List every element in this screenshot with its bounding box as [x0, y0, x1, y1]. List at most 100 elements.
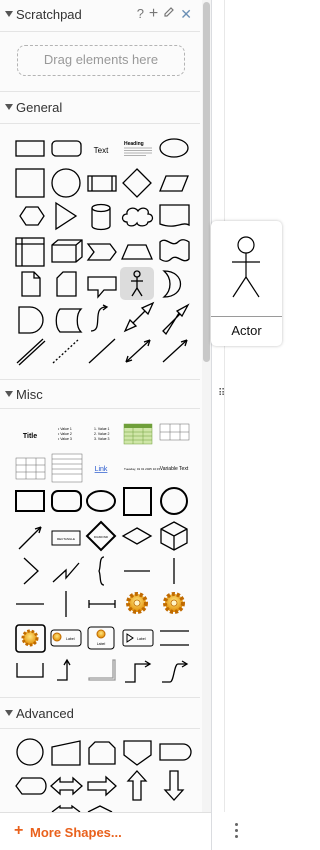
shape-textbox-rect[interactable]: RECTANGLE: [51, 530, 81, 546]
shape-bold-circle[interactable]: [160, 487, 188, 515]
shape-internal-storage[interactable]: [15, 237, 45, 267]
svg-text:Label: Label: [66, 637, 75, 641]
shape-up-arrow[interactable]: [126, 770, 148, 801]
shape-bold-square[interactable]: [123, 487, 152, 516]
more-options-icon[interactable]: [235, 823, 239, 839]
shape-line[interactable]: [88, 338, 116, 364]
shape-trapezoid[interactable]: [121, 244, 153, 260]
shape-double-elbow[interactable]: [88, 659, 116, 681]
shape-rounded-rectangle[interactable]: [51, 140, 82, 157]
shape-bold-rectangle[interactable]: [15, 490, 45, 512]
shape-timestamp[interactable]: Tuesday, 01 01 2025 10:15: [124, 467, 161, 471]
shape-right-arrow[interactable]: [87, 775, 117, 797]
shape-gear-label-vertical[interactable]: Label: [87, 626, 115, 650]
shape-play-label[interactable]: Label: [122, 629, 154, 647]
more-shapes-link[interactable]: More Shapes...: [30, 825, 122, 840]
shape-link[interactable]: Link: [95, 466, 108, 473]
shape-double-line[interactable]: [160, 630, 189, 646]
shape-variable-text[interactable]: Variable Text: [160, 466, 189, 472]
shape-document[interactable]: [159, 204, 190, 227]
splitter-handle[interactable]: ⠿: [218, 388, 225, 399]
shape-triangle[interactable]: [55, 201, 78, 231]
shape-terminator[interactable]: [159, 743, 192, 761]
shape-curve[interactable]: [90, 304, 109, 332]
svg-text:• Value 1: • Value 1: [58, 427, 72, 431]
plus-icon[interactable]: +: [14, 822, 23, 840]
shape-double-arrow[interactable]: [50, 776, 83, 796]
shape-square[interactable]: [15, 168, 45, 198]
shape-preview-tooltip: Actor: [211, 221, 282, 346]
shape-step-connector[interactable]: [125, 660, 152, 683]
shape-cube[interactable]: [51, 239, 83, 263]
svg-text:Text: Text: [94, 146, 109, 155]
shape-delay[interactable]: [18, 306, 44, 334]
shape-gear-box[interactable]: [15, 624, 46, 653]
shape-diamond[interactable]: [122, 168, 152, 198]
shape-circle[interactable]: [51, 168, 81, 198]
shape-zigzag[interactable]: [23, 557, 39, 585]
shape-diamond-label[interactable]: DIAMOND: [85, 520, 117, 552]
shape-adv-circle[interactable]: [16, 738, 44, 766]
shape-curved-connector[interactable]: [162, 660, 189, 683]
shape-manual-input[interactable]: [51, 740, 81, 766]
shape-directional-connector[interactable]: [162, 339, 188, 363]
shape-data-storage[interactable]: [55, 308, 83, 333]
shape-numbered-list[interactable]: 1. Value 12. Value 23. Value 3: [94, 427, 110, 441]
sidebar-scrollbar[interactable]: [202, 0, 211, 812]
shape-rectangle[interactable]: [15, 140, 45, 157]
shape-callout[interactable]: [87, 276, 117, 299]
shape-elbow-up[interactable]: [57, 658, 71, 681]
shape-palette: Text Heading Title • Value 1• Value 2• V…: [15, 138, 192, 812]
shape-dimension-line[interactable]: [88, 600, 116, 608]
shape-gear-label[interactable]: Label: [50, 629, 82, 647]
shape-link[interactable]: [16, 338, 46, 366]
shape-bidirectional-connector[interactable]: [125, 339, 151, 363]
shape-process[interactable]: [87, 175, 117, 192]
shape-chevron-line[interactable]: [52, 562, 80, 583]
shape-bold-ellipse[interactable]: [86, 490, 116, 512]
shape-bullet-list[interactable]: • Value 1• Value 2• Value 3: [58, 427, 72, 441]
tooltip-label: Actor: [231, 323, 262, 338]
svg-text:Label: Label: [137, 637, 146, 641]
shape-cloud[interactable]: [121, 207, 154, 227]
shape-curly-brace[interactable]: [98, 556, 105, 586]
gear-icon[interactable]: [126, 592, 148, 614]
shape-table-grey[interactable]: [159, 423, 190, 441]
shape-list[interactable]: [51, 453, 83, 483]
shape-display[interactable]: [15, 777, 47, 795]
shapes-sidebar: Scratchpad ? + ✕ Drag elements here Gene…: [0, 0, 212, 850]
shape-card[interactable]: [56, 271, 77, 297]
shape-down-arrow[interactable]: [163, 770, 185, 801]
shape-loop-limit[interactable]: [88, 741, 116, 765]
shape-parallelogram[interactable]: [159, 175, 189, 192]
shape-diamond-flat[interactable]: [121, 527, 153, 545]
scrollbar-thumb[interactable]: [203, 2, 210, 362]
shape-table-green[interactable]: [123, 423, 153, 445]
shape-cylinder[interactable]: [91, 203, 111, 231]
svg-text:3. Value 3: 3. Value 3: [94, 437, 110, 441]
shape-bidirectional-arrow[interactable]: [123, 301, 155, 333]
shape-ellipse[interactable]: [159, 138, 189, 158]
shape-offpage-connector[interactable]: [123, 740, 152, 766]
svg-text:• Value 2: • Value 2: [58, 432, 72, 436]
shape-textbox-heading[interactable]: Heading: [124, 141, 152, 156]
tooltip-separator: [211, 316, 282, 317]
shape-title[interactable]: Title: [23, 433, 37, 440]
shape-hexagon[interactable]: [19, 206, 45, 226]
shape-arrow-line[interactable]: [18, 526, 42, 550]
shape-or[interactable]: [162, 270, 181, 298]
shape-bracket[interactable]: [16, 663, 44, 678]
shape-dashed-line[interactable]: [52, 338, 80, 364]
shape-table[interactable]: [15, 457, 46, 480]
svg-text:Label: Label: [97, 642, 106, 646]
shape-note[interactable]: [21, 271, 41, 297]
shape-bold-rounded-rectangle[interactable]: [51, 490, 82, 512]
shape-tape[interactable]: [159, 239, 190, 262]
shape-text[interactable]: Text: [94, 146, 109, 155]
svg-text:DIAMOND: DIAMOND: [94, 535, 109, 539]
shape-arrow[interactable]: [162, 303, 190, 336]
gear-icon[interactable]: [163, 592, 185, 614]
shape-step[interactable]: [86, 243, 117, 261]
shape-box-3d[interactable]: [160, 521, 188, 551]
sidebar-footer: + More Shapes...: [0, 812, 211, 850]
